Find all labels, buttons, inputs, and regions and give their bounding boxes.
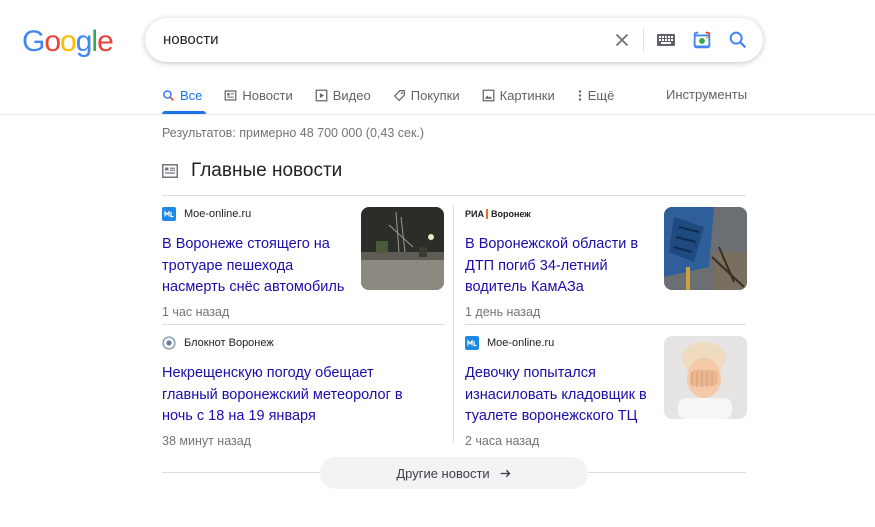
more-news-label: Другие новости — [396, 465, 490, 481]
arrow-right-icon — [500, 469, 511, 477]
tab-images[interactable]: Картинки — [482, 86, 555, 104]
more-news-line — [162, 472, 320, 473]
tab-label: Ещё — [587, 87, 615, 103]
news-thumbnail[interactable] — [664, 207, 747, 290]
news-source-name: Блокнот Воронеж — [184, 337, 274, 349]
logo-letter: G — [22, 25, 45, 58]
news-thumbnail[interactable] — [361, 207, 444, 290]
image-icon — [482, 89, 495, 101]
video-icon — [315, 89, 328, 101]
tools-button[interactable]: Инструменты — [666, 87, 747, 102]
news-source-name: Воронеж — [490, 209, 531, 219]
clear-button[interactable] — [611, 29, 633, 51]
news-source-name: Moe-online.ru — [487, 337, 555, 349]
moe-online-logo-icon — [162, 207, 176, 221]
search-box[interactable]: новости — [145, 18, 763, 62]
search-icon — [729, 31, 747, 49]
news-time: 2 часа назад — [465, 433, 540, 448]
search-divider — [643, 28, 644, 52]
search-input[interactable]: новости — [163, 18, 219, 62]
news-time: 1 день назад — [465, 304, 541, 319]
bloknot-logo-icon — [162, 336, 176, 350]
row-divider — [162, 324, 444, 325]
search-icon — [163, 89, 174, 101]
top-stories-header: Главные новости — [162, 160, 342, 182]
logo-letter: g — [75, 25, 93, 58]
tab-label: Новости — [242, 87, 293, 103]
tab-all[interactable]: Все — [162, 86, 202, 104]
result-stats: Результатов: примерно 48 700 000 (0,43 с… — [162, 126, 425, 140]
tab-label: Картинки — [499, 87, 555, 103]
close-icon — [615, 33, 629, 47]
tabs-divider — [0, 114, 875, 115]
camera-icon — [693, 31, 711, 49]
top-stories-divider — [162, 195, 746, 196]
logo-letter: e — [97, 25, 114, 58]
tab-news[interactable]: Новости — [224, 86, 293, 104]
moe-online-logo-icon — [465, 336, 479, 350]
logo-letter: o — [44, 25, 61, 58]
news-time: 38 минут назад — [162, 433, 251, 448]
tab-shopping[interactable]: Покупки — [393, 86, 460, 104]
news-card[interactable]: Блокнот Воронеж Некрещенскую погоду обещ… — [162, 336, 444, 448]
ria-logo-icon: РИА — [465, 209, 484, 219]
google-logo[interactable]: Google — [22, 25, 114, 59]
news-icon — [225, 89, 237, 101]
news-icon — [162, 164, 178, 178]
tab-video[interactable]: Видео — [315, 86, 371, 104]
news-source: Блокнот Воронеж — [162, 336, 444, 350]
news-card[interactable]: Moe-online.ru В Воронеже стоящего на тро… — [162, 207, 444, 319]
tab-more[interactable]: Ещё — [577, 86, 615, 104]
news-headline[interactable]: В Воронеже стоящего на тротуаре пешехода… — [162, 234, 352, 299]
news-thumbnail[interactable] — [664, 336, 747, 419]
image-search-button[interactable] — [691, 29, 713, 51]
news-card[interactable]: РИА Воронеж В Воронежской области в ДТП … — [465, 207, 747, 319]
news-headline[interactable]: Девочку попытался изнасиловать кладовщик… — [465, 363, 655, 428]
top-stories-title: Главные новости — [191, 160, 343, 181]
keyboard-icon — [657, 34, 675, 46]
tag-icon — [393, 89, 405, 101]
news-source-name: Moe-online.ru — [184, 208, 252, 220]
news-time: 1 час назад — [162, 304, 230, 319]
news-headline[interactable]: В Воронежской области в ДТП погиб 34-лет… — [465, 234, 655, 299]
more-news-button[interactable]: Другие новости — [320, 457, 588, 489]
news-headline[interactable]: Некрещенскую погоду обещает главный воро… — [162, 363, 412, 428]
search-button[interactable] — [727, 29, 749, 51]
logo-letter: o — [60, 25, 77, 58]
tab-label: Покупки — [410, 87, 460, 103]
tab-label: Все — [180, 87, 203, 103]
logo-bar — [485, 209, 488, 219]
more-vert-icon — [578, 89, 581, 101]
tab-label: Видео — [332, 87, 371, 103]
search-tabs: Все Новости Видео Покупки Картинки Ещё — [162, 86, 636, 108]
news-card[interactable]: Moe-online.ru Девочку попытался изнасило… — [465, 336, 747, 448]
row-divider — [465, 324, 746, 325]
keyboard-button[interactable] — [656, 32, 676, 48]
more-news-line — [588, 472, 746, 473]
column-divider — [453, 205, 454, 443]
